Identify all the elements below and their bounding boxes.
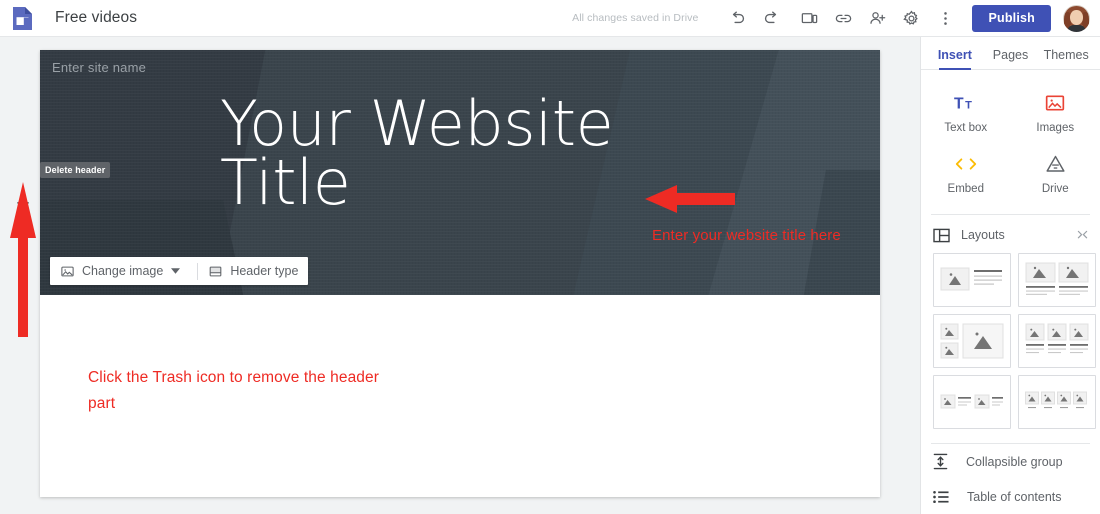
redo-button[interactable] bbox=[754, 1, 788, 35]
layout-four-images-with-captions[interactable] bbox=[1018, 375, 1096, 429]
avatar-body bbox=[1067, 24, 1086, 32]
google-sites-logo[interactable] bbox=[12, 6, 33, 31]
tab-insert[interactable]: Insert bbox=[927, 48, 983, 69]
website-title-text[interactable]: Your Website Title bbox=[220, 93, 640, 214]
table-of-contents-icon bbox=[933, 490, 949, 503]
layout-thumbnails bbox=[921, 251, 1100, 439]
change-image-label: Change image bbox=[82, 264, 164, 278]
annotation-arrow-up bbox=[10, 182, 36, 337]
layouts-icon bbox=[933, 228, 950, 242]
collapsible-group-label: Collapsible group bbox=[966, 454, 1063, 469]
embed-code-icon bbox=[954, 152, 978, 176]
insert-text-box-label: Text box bbox=[944, 122, 988, 134]
annotation-arrow-left bbox=[645, 185, 735, 213]
insert-images[interactable]: Images bbox=[1011, 84, 1100, 145]
insert-collapsible-group[interactable]: Collapsible group bbox=[921, 444, 1100, 479]
right-sidebar: Insert Pages Themes T T Text box Images … bbox=[920, 37, 1100, 514]
svg-text:T: T bbox=[965, 100, 972, 112]
tab-pages[interactable]: Pages bbox=[983, 48, 1039, 69]
insert-drive-label: Drive bbox=[1041, 183, 1069, 195]
layouts-header: Layouts bbox=[921, 219, 1100, 251]
layout-two-image-text-pairs[interactable] bbox=[933, 375, 1011, 429]
top-toolbar: Free videos All changes saved in Drive P… bbox=[0, 0, 1100, 37]
insert-drive[interactable]: Drive bbox=[1011, 145, 1100, 206]
chevron-down-icon bbox=[171, 268, 181, 274]
header-type-label: Header type bbox=[230, 264, 299, 278]
site-canvas: Enter site name Your Website Title Enter… bbox=[40, 50, 880, 497]
image-icon bbox=[61, 266, 74, 276]
insert-table-of-contents[interactable]: Table of contents bbox=[921, 479, 1100, 514]
save-status: All changes saved in Drive bbox=[572, 12, 699, 24]
more-options-button[interactable] bbox=[928, 1, 962, 35]
header-type-button[interactable]: Header type bbox=[198, 257, 308, 285]
avatar-face bbox=[1070, 9, 1083, 25]
share-button[interactable] bbox=[860, 1, 894, 35]
collapsible-group-icon bbox=[933, 453, 948, 470]
tab-themes[interactable]: Themes bbox=[1038, 48, 1094, 69]
undo-button[interactable] bbox=[720, 1, 754, 35]
site-name-input[interactable]: Enter site name bbox=[52, 60, 146, 75]
header-type-icon bbox=[209, 266, 222, 276]
gear-icon bbox=[903, 9, 918, 25]
document-title[interactable]: Free videos bbox=[55, 9, 137, 27]
publish-button[interactable]: Publish bbox=[972, 4, 1051, 32]
redo-icon bbox=[764, 10, 777, 23]
insert-text-box[interactable]: T T Text box bbox=[921, 84, 1011, 145]
insert-embed-label: Embed bbox=[947, 183, 984, 195]
toolbar-actions bbox=[720, 1, 962, 35]
layout-three-images-with-text[interactable] bbox=[1018, 314, 1096, 368]
insert-embed[interactable]: Embed bbox=[921, 145, 1011, 206]
copy-link-button[interactable] bbox=[826, 1, 860, 35]
change-image-button[interactable]: Change image bbox=[50, 257, 197, 285]
images-icon bbox=[1045, 91, 1065, 115]
user-avatar[interactable] bbox=[1063, 4, 1090, 32]
svg-text:T: T bbox=[954, 96, 964, 113]
insert-items-grid: T T Text box Images Embed Drive bbox=[921, 70, 1100, 212]
more-vert-icon bbox=[944, 11, 947, 25]
undo-icon bbox=[732, 10, 745, 23]
table-of-contents-label: Table of contents bbox=[967, 489, 1062, 504]
header-edit-toolbar: Change image Header type bbox=[50, 257, 309, 285]
annotation-title-note: Enter your website title here bbox=[652, 227, 841, 244]
drive-icon bbox=[1045, 152, 1066, 176]
annotation-trash-note: Click the Trash icon to remove the heade… bbox=[88, 369, 379, 413]
insert-images-label: Images bbox=[1036, 122, 1075, 134]
delete-header-tooltip: Delete header bbox=[40, 162, 111, 178]
preview-button[interactable] bbox=[792, 1, 826, 35]
sidebar-tabs: Insert Pages Themes bbox=[921, 37, 1100, 70]
settings-button[interactable] bbox=[894, 1, 928, 35]
layouts-title: Layouts bbox=[961, 228, 1005, 242]
section-divider bbox=[931, 214, 1090, 215]
layout-two-small-one-large-image[interactable] bbox=[933, 314, 1011, 368]
header-banner[interactable]: Enter site name Your Website Title Enter… bbox=[40, 50, 880, 295]
add-person-icon bbox=[870, 11, 886, 24]
preview-icon bbox=[801, 12, 818, 23]
layout-two-images-with-text[interactable] bbox=[1018, 253, 1096, 307]
link-icon bbox=[835, 14, 852, 22]
text-box-icon: T T bbox=[954, 91, 978, 115]
google-sites-editor: Free videos All changes saved in Drive P… bbox=[0, 0, 1100, 514]
collapse-icon[interactable] bbox=[1077, 230, 1088, 241]
layout-image-left-text-right[interactable] bbox=[933, 253, 1011, 307]
